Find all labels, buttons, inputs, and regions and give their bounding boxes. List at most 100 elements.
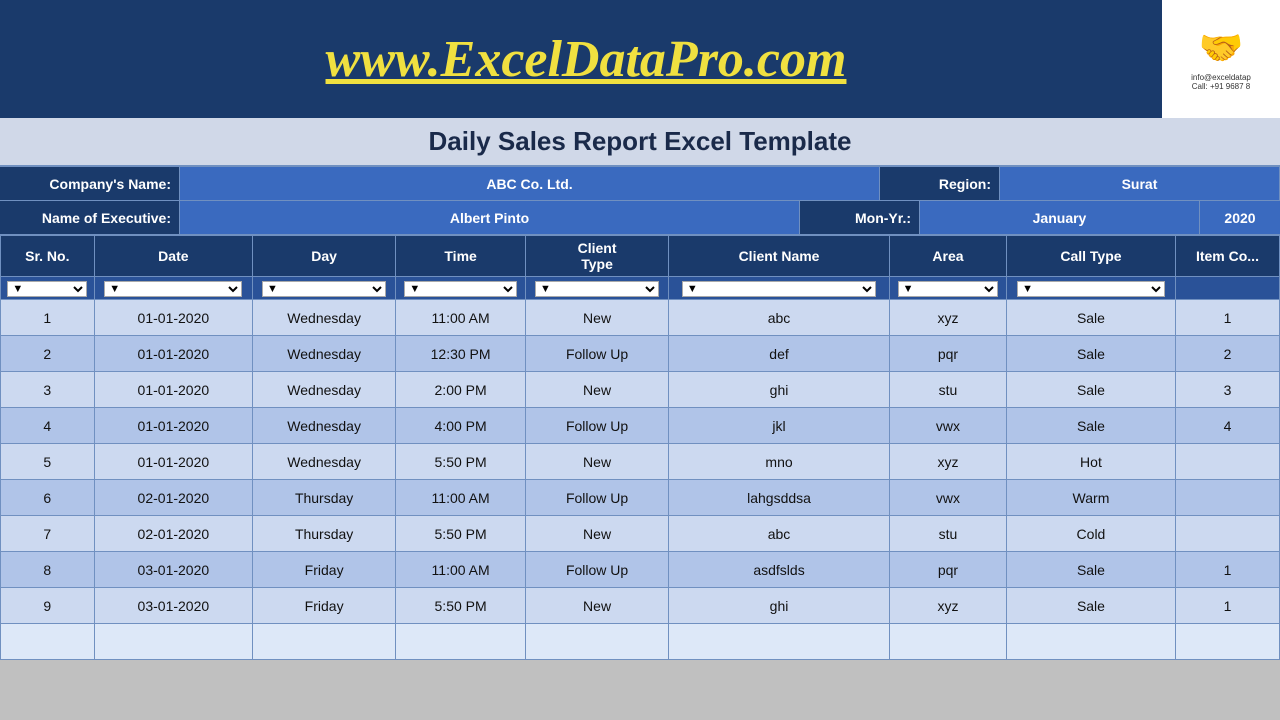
cell-clienttype: New bbox=[526, 516, 669, 552]
filter-time[interactable]: ▼ bbox=[396, 277, 526, 300]
cell-time: 5:50 PM bbox=[396, 516, 526, 552]
cell-calltype: Hot bbox=[1006, 444, 1175, 480]
cell-clienttype: Follow Up bbox=[526, 552, 669, 588]
cell-time: 11:00 AM bbox=[396, 480, 526, 516]
cell-clientname: ghi bbox=[669, 588, 890, 624]
cell-clienttype: New bbox=[526, 444, 669, 480]
filter-select-day[interactable]: ▼ bbox=[262, 281, 386, 297]
logo-box: 🤝 info@exceldatap Call: +91 9687 8 bbox=[1162, 0, 1280, 118]
cell-sr: 3 bbox=[1, 372, 95, 408]
company-value: ABC Co. Ltd. bbox=[180, 167, 880, 200]
cell-itemcode bbox=[1175, 516, 1279, 552]
filter-select-clienttype[interactable]: ▼ bbox=[535, 281, 659, 297]
cell-time: 12:30 PM bbox=[396, 336, 526, 372]
sales-table: Sr. No. Date Day Time ClientType Client … bbox=[0, 235, 1280, 660]
cell-clienttype: Follow Up bbox=[526, 408, 669, 444]
cell-itemcode bbox=[1175, 444, 1279, 480]
empty-cell bbox=[526, 624, 669, 660]
filter-area[interactable]: ▼ bbox=[890, 277, 1007, 300]
cell-clienttype: Follow Up bbox=[526, 336, 669, 372]
cell-clientname: def bbox=[669, 336, 890, 372]
cell-clientname: mno bbox=[669, 444, 890, 480]
filter-date[interactable]: ▼ bbox=[94, 277, 253, 300]
cell-sr: 2 bbox=[1, 336, 95, 372]
company-label: Company's Name: bbox=[0, 167, 180, 200]
cell-clientname: lahgsddsa bbox=[669, 480, 890, 516]
cell-date: 01-01-2020 bbox=[94, 444, 253, 480]
filter-select-srno[interactable]: ▼ bbox=[7, 281, 87, 297]
executive-row: Name of Executive: Albert Pinto Mon-Yr.:… bbox=[0, 201, 1280, 235]
cell-clienttype: New bbox=[526, 300, 669, 336]
cell-date: 02-01-2020 bbox=[94, 516, 253, 552]
cell-itemcode: 1 bbox=[1175, 552, 1279, 588]
header-bar: www.ExcelDataPro.com 🤝 info@exceldatap C… bbox=[0, 0, 1280, 118]
cell-day: Wednesday bbox=[253, 372, 396, 408]
table-filter-row[interactable]: ▼ ▼ ▼ ▼ ▼ ▼ ▼ ▼ bbox=[1, 277, 1280, 300]
filter-calltype[interactable]: ▼ bbox=[1006, 277, 1175, 300]
cell-itemcode: 3 bbox=[1175, 372, 1279, 408]
cell-calltype: Sale bbox=[1006, 372, 1175, 408]
cell-calltype: Warm bbox=[1006, 480, 1175, 516]
cell-sr: 7 bbox=[1, 516, 95, 552]
cell-area: xyz bbox=[890, 300, 1007, 336]
cell-area: stu bbox=[890, 372, 1007, 408]
cell-calltype: Sale bbox=[1006, 300, 1175, 336]
company-row: Company's Name: ABC Co. Ltd. Region: Sur… bbox=[0, 167, 1280, 201]
empty-cell bbox=[396, 624, 526, 660]
cell-clientname: abc bbox=[669, 516, 890, 552]
cell-day: Friday bbox=[253, 552, 396, 588]
filter-select-time[interactable]: ▼ bbox=[404, 281, 516, 297]
col-header-date: Date bbox=[94, 236, 253, 277]
filter-select-clientname[interactable]: ▼ bbox=[682, 281, 876, 297]
cell-clientname: asdfslds bbox=[669, 552, 890, 588]
cell-itemcode: 2 bbox=[1175, 336, 1279, 372]
filter-select-area[interactable]: ▼ bbox=[898, 281, 999, 297]
filter-clientname[interactable]: ▼ bbox=[669, 277, 890, 300]
table-body: 101-01-2020Wednesday11:00 AMNewabcxyzSal… bbox=[1, 300, 1280, 660]
empty-cell bbox=[890, 624, 1007, 660]
executive-value: Albert Pinto bbox=[180, 201, 800, 234]
table-row: 803-01-2020Friday11:00 AMFollow Upasdfsl… bbox=[1, 552, 1280, 588]
col-header-itemcode: Item Co... bbox=[1175, 236, 1279, 277]
website-title: www.ExcelDataPro.com bbox=[0, 30, 1162, 89]
cell-area: stu bbox=[890, 516, 1007, 552]
page-subtitle: Daily Sales Report Excel Template bbox=[0, 118, 1280, 167]
cell-date: 01-01-2020 bbox=[94, 300, 253, 336]
cell-itemcode bbox=[1175, 480, 1279, 516]
filter-itemcode[interactable] bbox=[1175, 277, 1279, 300]
region-value: Surat bbox=[1000, 167, 1280, 200]
cell-area: vwx bbox=[890, 408, 1007, 444]
cell-clientname: jkl bbox=[669, 408, 890, 444]
col-header-calltype: Call Type bbox=[1006, 236, 1175, 277]
filter-clienttype[interactable]: ▼ bbox=[526, 277, 669, 300]
cell-clienttype: Follow Up bbox=[526, 480, 669, 516]
filter-srno[interactable]: ▼ bbox=[1, 277, 95, 300]
cell-date: 01-01-2020 bbox=[94, 408, 253, 444]
cell-date: 03-01-2020 bbox=[94, 588, 253, 624]
cell-calltype: Sale bbox=[1006, 336, 1175, 372]
info-section: Company's Name: ABC Co. Ltd. Region: Sur… bbox=[0, 167, 1280, 235]
cell-area: pqr bbox=[890, 336, 1007, 372]
table-row: 201-01-2020Wednesday12:30 PMFollow Updef… bbox=[1, 336, 1280, 372]
col-header-clienttype: ClientType bbox=[526, 236, 669, 277]
cell-clienttype: New bbox=[526, 372, 669, 408]
cell-day: Thursday bbox=[253, 480, 396, 516]
cell-day: Wednesday bbox=[253, 300, 396, 336]
table-row: 401-01-2020Wednesday4:00 PMFollow Upjklv… bbox=[1, 408, 1280, 444]
executive-label: Name of Executive: bbox=[0, 201, 180, 234]
cell-calltype: Sale bbox=[1006, 552, 1175, 588]
logo-icon: 🤝 bbox=[1199, 27, 1244, 69]
cell-date: 01-01-2020 bbox=[94, 336, 253, 372]
filter-select-date[interactable]: ▼ bbox=[104, 281, 242, 297]
cell-itemcode: 1 bbox=[1175, 588, 1279, 624]
filter-day[interactable]: ▼ bbox=[253, 277, 396, 300]
filter-select-calltype[interactable]: ▼ bbox=[1017, 281, 1165, 297]
cell-area: xyz bbox=[890, 444, 1007, 480]
cell-sr: 9 bbox=[1, 588, 95, 624]
cell-date: 03-01-2020 bbox=[94, 552, 253, 588]
cell-day: Wednesday bbox=[253, 408, 396, 444]
cell-sr: 5 bbox=[1, 444, 95, 480]
cell-time: 5:50 PM bbox=[396, 444, 526, 480]
cell-date: 01-01-2020 bbox=[94, 372, 253, 408]
cell-sr: 4 bbox=[1, 408, 95, 444]
